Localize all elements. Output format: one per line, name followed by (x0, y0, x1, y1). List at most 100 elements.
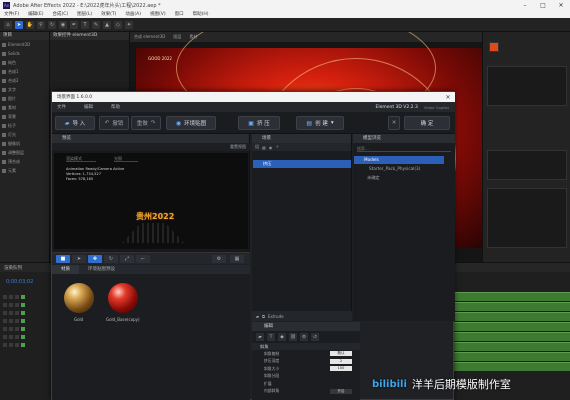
minimize-icon[interactable]: – (516, 2, 534, 9)
project-item[interactable]: 摄像机 (0, 139, 49, 148)
layer-bar[interactable] (452, 342, 570, 351)
layer-switches[interactable] (0, 317, 50, 324)
tree-node-starter-pack[interactable]: Starter_Pack_Physical(3) (369, 165, 420, 173)
settings-icon[interactable]: ⚙ (212, 255, 226, 263)
prop-row[interactable]: 斜角分段 (252, 373, 360, 381)
lighting-dropdown[interactable]: 光照 (114, 156, 138, 162)
project-item[interactable]: 合成2 (0, 76, 49, 85)
layer-bar[interactable] (452, 362, 570, 371)
viewer-tab[interactable]: 图层 (173, 34, 181, 40)
duplicate-icon[interactable]: ⧉ (262, 314, 265, 319)
color-swatch[interactable] (489, 42, 499, 52)
project-item[interactable]: 纯色 (0, 58, 49, 67)
hand-tool-icon[interactable]: ✋ (26, 20, 34, 29)
model-search-input[interactable]: 搜索... (357, 146, 451, 152)
project-item[interactable]: 粒子 (0, 121, 49, 130)
shape-icon[interactable]: ◆ (278, 333, 286, 341)
project-item[interactable]: Solids (0, 49, 49, 58)
scale-icon[interactable]: ⤢ (120, 255, 134, 263)
ae-menu-item[interactable]: 文件(F) (4, 11, 19, 17)
layer-switches[interactable] (0, 301, 50, 308)
stamp-tool-icon[interactable]: ▲ (103, 20, 111, 29)
ae-menu-item[interactable]: 窗口 (175, 11, 184, 17)
e3d-menu-file[interactable]: 文件 (57, 104, 66, 110)
project-tab[interactable]: 项目 (0, 32, 49, 40)
settings-icon[interactable]: ⚙ (300, 333, 308, 341)
layer-bar[interactable] (452, 292, 570, 301)
camera-tool-icon[interactable]: ◉ (59, 20, 67, 29)
project-item[interactable]: 预合成 (0, 157, 49, 166)
close-icon[interactable]: ✕ (552, 2, 570, 9)
material-sphere-gold[interactable] (64, 283, 94, 313)
import-button[interactable]: ▰ 导 入 (55, 116, 95, 130)
folder-add-icon[interactable]: ▰ (256, 314, 259, 319)
timeline-tab[interactable]: 渲染队列 (4, 265, 22, 271)
project-item[interactable]: Element3D (0, 40, 49, 49)
layer-switches[interactable] (0, 341, 50, 348)
prop-row[interactable]: 内部斜角 开启 (252, 388, 360, 396)
redo-button[interactable]: 重做 ↷ (131, 116, 161, 130)
prop-row[interactable]: 挤压深度 2 (252, 358, 360, 366)
text-tool-icon[interactable]: T (81, 20, 89, 29)
ae-menu-item[interactable]: 动画(A) (125, 11, 141, 17)
timecode[interactable]: 0;00;03;02 (6, 279, 33, 285)
confirm-button[interactable]: 确 定 (404, 116, 450, 130)
camera-icon[interactable]: ■ (56, 255, 70, 263)
e3d-menu-help[interactable]: 帮助 (111, 104, 120, 110)
ae-menu-item[interactable]: 效果(T) (101, 11, 116, 17)
rotate-tool-icon[interactable]: ↻ (48, 20, 56, 29)
add-icon[interactable]: ＋ (275, 144, 279, 150)
extrude-button[interactable]: ▣ 挤 压 (238, 116, 280, 130)
layer-bar[interactable] (452, 322, 570, 331)
material-sphere-red[interactable] (108, 283, 138, 313)
project-item[interactable]: 调整图层 (0, 148, 49, 157)
tab-environment-presets[interactable]: 环境贴图预设 (79, 265, 124, 274)
prop-row[interactable]: 斜角大小 100 (252, 365, 360, 373)
maximize-icon[interactable]: □ (534, 2, 552, 9)
rotate-icon[interactable]: ↻ (104, 255, 118, 263)
tree-node-models[interactable]: Models (354, 156, 444, 164)
reset-view-button[interactable]: 重置视图 (230, 144, 246, 150)
layer-switches[interactable] (0, 293, 50, 300)
timeline-track-area[interactable] (452, 292, 570, 382)
prop-row[interactable]: 斜角复制 默认 (252, 350, 360, 358)
ae-menu-item[interactable]: 视图(V) (150, 11, 166, 17)
ae-menu-item[interactable]: 帮助(H) (193, 11, 209, 17)
text-icon[interactable]: T (267, 333, 275, 341)
create-button[interactable]: ▤ 创 建 ▾ (296, 116, 344, 130)
prop-row[interactable]: 扩展 (252, 380, 360, 388)
snap-icon[interactable]: ⌐ (136, 255, 150, 263)
layer-switches[interactable] (0, 309, 50, 316)
link-icon[interactable]: ⛓ (289, 333, 297, 341)
layer-bar[interactable] (452, 302, 570, 311)
project-item[interactable]: 图片 (0, 94, 49, 103)
brush-tool-icon[interactable]: ✎ (92, 20, 100, 29)
move-icon[interactable]: ✥ (88, 255, 102, 263)
effects-tab[interactable]: 效果控件 element3D (50, 32, 129, 40)
undo-button[interactable]: ↶ 撤销 (99, 116, 129, 130)
selection-tool-icon[interactable]: ➤ (15, 20, 23, 29)
layer-bar[interactable] (452, 312, 570, 321)
grid-icon[interactable]: ▦ (230, 255, 244, 263)
preview-viewport[interactable]: 渲染模式 光照 Animation Ready/Camera Active Ve… (54, 153, 248, 249)
visibility-icon[interactable]: ◉ (269, 145, 273, 150)
ae-menu-item[interactable]: 图层(L) (77, 11, 92, 17)
cancel-x-button[interactable]: ✕ (388, 116, 400, 130)
project-item[interactable]: 灯光 (0, 130, 49, 139)
pen-tool-icon[interactable]: ✒ (70, 20, 78, 29)
home-icon[interactable]: ⌂ (4, 20, 12, 29)
project-item[interactable]: 背景 (0, 112, 49, 121)
group-icon[interactable]: ▦ (262, 145, 266, 150)
e3d-menu-edit[interactable]: 编辑 (84, 104, 93, 110)
tab-materials[interactable]: 材质 (52, 265, 79, 274)
extrude-mode-label[interactable]: Extrude (268, 314, 284, 319)
render-mode-dropdown[interactable]: 渲染模式 (66, 156, 96, 162)
close-icon[interactable]: ✕ (441, 94, 455, 101)
tree-node-undetermined[interactable]: 未确定 (367, 174, 380, 182)
ae-menu-item[interactable]: 编辑(E) (28, 11, 43, 17)
layer-bar[interactable] (452, 352, 570, 361)
puppet-tool-icon[interactable]: ✦ (125, 20, 133, 29)
layer-switches[interactable] (0, 325, 50, 332)
reset-icon[interactable]: ↺ (311, 333, 319, 341)
layer-bar[interactable] (452, 332, 570, 341)
